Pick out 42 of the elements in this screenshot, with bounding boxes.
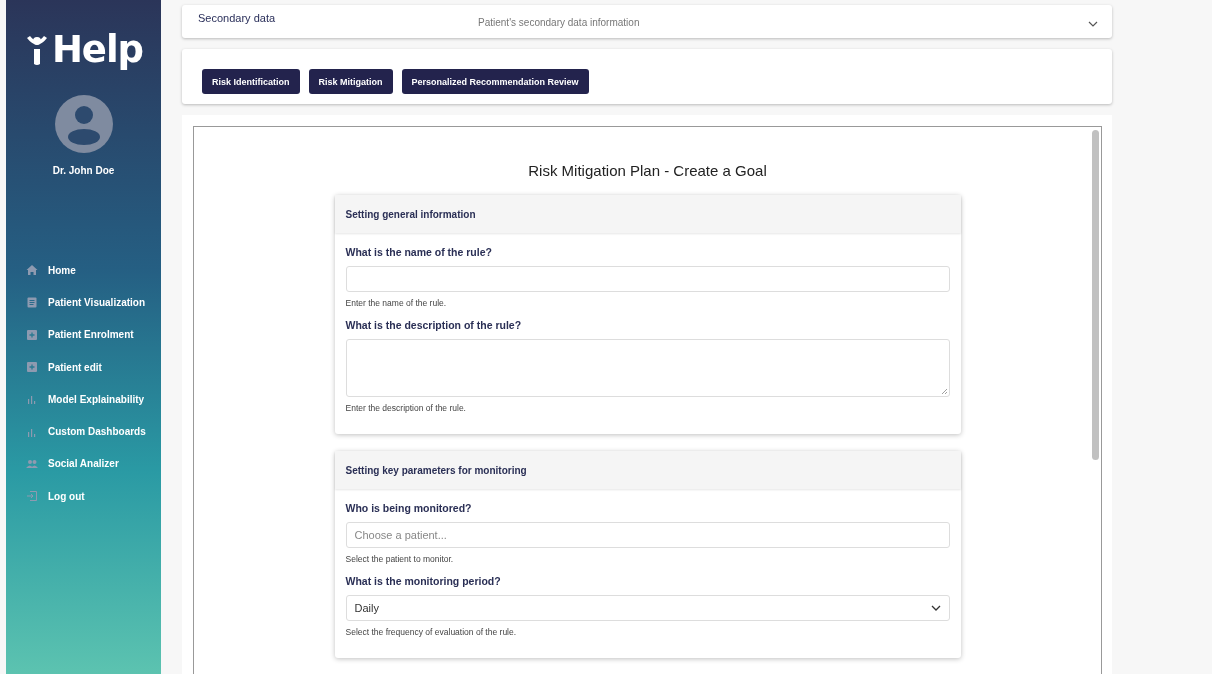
help-text: Select the frequency of evaluation of the rule. — [345, 627, 518, 637]
field-label: Who is being monitored? — [345, 502, 473, 514]
help-text: Enter the name of the rule. — [345, 298, 448, 308]
field-label: What is the monitoring period? — [345, 575, 502, 587]
tab-button[interactable]: Personalized Recommendation Review — [401, 69, 589, 94]
help-text: Enter the description of the rule. — [345, 403, 467, 413]
logo-text: Help — [51, 30, 144, 70]
section-title: Setting key parameters for monitoring — [345, 464, 527, 476]
avatar-icon — [54, 95, 113, 153]
home-icon — [26, 264, 38, 277]
resize-grip-icon — [940, 388, 947, 394]
select-field[interactable]: Daily — [345, 595, 950, 621]
sidebar-item[interactable]: Model Explainability — [6, 383, 161, 416]
text-area[interactable] — [345, 339, 950, 397]
bar-chart-icon — [26, 393, 38, 406]
accordion-title: Secondary data — [198, 12, 277, 24]
sidebar-item[interactable]: Custom Dashboards — [6, 415, 161, 448]
plus-square-icon — [26, 328, 38, 341]
form-title: Risk Mitigation Plan - Create a Goal — [528, 162, 767, 179]
sidebar-item[interactable]: Patient edit — [6, 350, 161, 384]
sidebar-item[interactable]: Log out — [6, 480, 161, 513]
scrollbar-thumb[interactable] — [1092, 130, 1099, 460]
input-field[interactable] — [345, 266, 950, 292]
people-icon — [26, 457, 38, 470]
user-name: Dr. John Doe — [52, 165, 115, 176]
sidebar-item[interactable]: Patient Visualization — [6, 286, 161, 319]
sidebar-item[interactable]: Patient Enrolment — [6, 318, 161, 351]
accordion-header[interactable]: Secondary data Patient's secondary data information — [182, 5, 1112, 38]
sidebar-item[interactable]: Home — [6, 254, 161, 287]
logout-icon — [26, 490, 38, 503]
tab-button[interactable]: Risk Mitigation — [308, 69, 393, 94]
field-label: What is the name of the rule? — [345, 246, 493, 258]
help-text: Select the patient to monitor. — [345, 554, 455, 564]
plus-square-icon — [26, 361, 38, 374]
clipboard-icon — [26, 296, 38, 309]
tab-button[interactable]: Risk Identification — [202, 69, 300, 94]
input-field[interactable]: Choose a patient... — [345, 522, 950, 548]
field-label: What is the description of the rule? — [345, 319, 523, 331]
sidebar-item[interactable]: Social Analizer — [6, 447, 161, 481]
section-title: Setting general information — [345, 208, 476, 220]
accordion-subtitle: Patient's secondary data information — [478, 17, 641, 28]
chevron-icon — [930, 605, 941, 611]
